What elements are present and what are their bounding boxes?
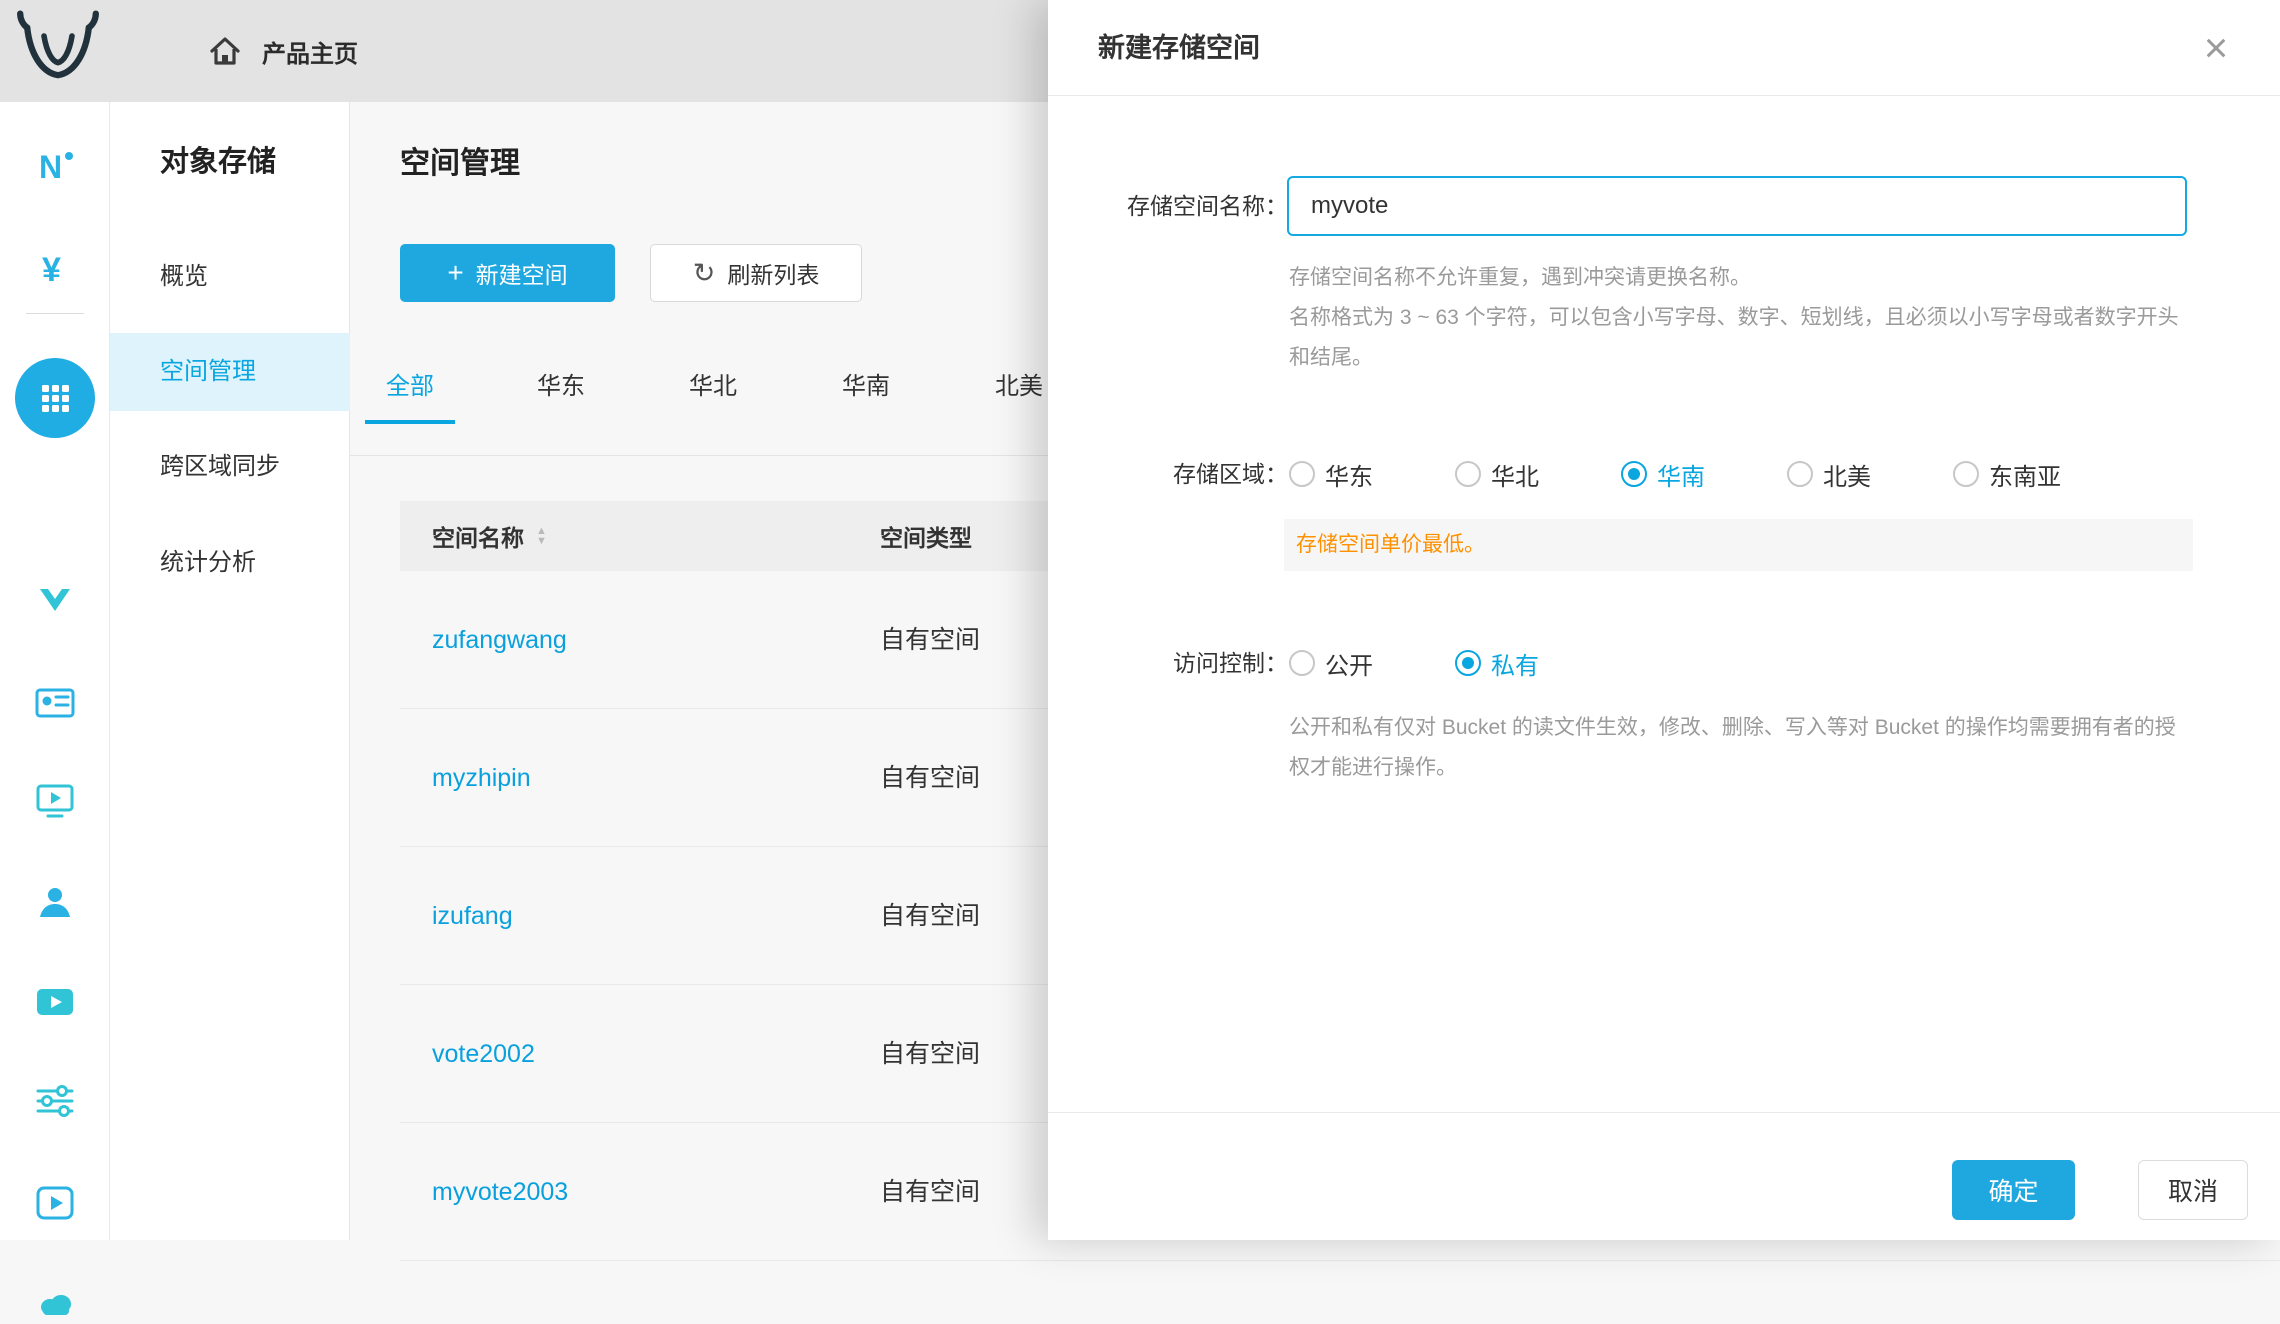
fusion-cdn-icon[interactable]: N <box>33 145 77 189</box>
create-bucket-drawer: 新建存储空间 × 存储空间名称： 存储空间名称不允许重复，遇到冲突请更换名称。 … <box>1048 0 2280 1240</box>
region-option-huadong[interactable]: 华东 <box>1289 457 1373 492</box>
pili-streaming-icon[interactable] <box>33 580 77 624</box>
plus-icon: + <box>447 259 463 287</box>
qiniu-logo[interactable] <box>16 10 100 90</box>
region-price-note: 存储空间单价最低。 <box>1284 519 2193 571</box>
close-icon[interactable]: × <box>2186 18 2246 78</box>
space-name-link[interactable]: myvote2003 <box>432 1123 568 1261</box>
tab-huabei[interactable]: 华北 <box>668 350 758 424</box>
region-option-dongnanya[interactable]: 东南亚 <box>1953 457 2061 492</box>
confirm-button[interactable]: 确定 <box>1952 1160 2075 1220</box>
space-type: 自有空间 <box>880 571 980 709</box>
bucket-name-input[interactable] <box>1287 176 2187 236</box>
player-icon[interactable] <box>33 1181 77 1225</box>
sort-down-icon: ▼ <box>536 536 547 546</box>
access-label: 访问控制： <box>1058 637 1288 689</box>
face-recognition-icon[interactable] <box>33 880 77 924</box>
region-option-huanan[interactable]: 华南 <box>1621 457 1705 492</box>
tab-huanan[interactable]: 华南 <box>821 350 911 424</box>
space-type: 自有空间 <box>880 985 980 1123</box>
sort-icon[interactable]: ▲ ▼ <box>536 526 547 546</box>
drawer-title: 新建存储空间 <box>1098 0 1260 96</box>
svg-text:¥: ¥ <box>42 251 61 289</box>
sidebar-item-overview[interactable]: 概览 <box>110 238 350 316</box>
new-space-button[interactable]: + 新建空间 <box>400 244 615 302</box>
page-title: 空间管理 <box>400 138 520 182</box>
region-option-huabei[interactable]: 华北 <box>1455 457 1539 492</box>
access-option-public[interactable]: 公开 <box>1289 646 1373 681</box>
radio-icon <box>1289 650 1315 676</box>
radio-icon <box>1289 461 1315 487</box>
video-icon[interactable] <box>33 980 77 1024</box>
drawer-header: 新建存储空间 × <box>1048 0 2280 96</box>
space-type: 自有空间 <box>880 1123 980 1261</box>
radio-selected-icon <box>1455 650 1481 676</box>
object-storage-icon[interactable] <box>15 358 95 438</box>
space-name-link[interactable]: zufangwang <box>432 571 567 709</box>
cancel-button[interactable]: 取消 <box>2138 1160 2248 1220</box>
tab-all[interactable]: 全部 <box>365 350 455 424</box>
drawer-footer: 确定 取消 <box>1048 1112 2280 1240</box>
data-processing-icon[interactable] <box>33 1079 77 1123</box>
refresh-label: 刷新列表 <box>727 256 819 290</box>
space-type: 自有空间 <box>880 709 980 847</box>
access-option-private[interactable]: 私有 <box>1455 646 1539 681</box>
sidebar-item-cross-region-sync[interactable]: 跨区域同步 <box>110 428 350 506</box>
rail-divider <box>26 313 84 314</box>
radio-icon <box>1953 461 1979 487</box>
home-link[interactable]: 产品主页 <box>208 0 358 102</box>
bucket-name-label: 存储空间名称： <box>1058 176 1288 236</box>
account-card-icon[interactable] <box>33 681 77 725</box>
region-option-beimei[interactable]: 北美 <box>1787 457 1871 492</box>
refresh-icon: ↻ <box>693 260 716 287</box>
sidebar-item-space-management[interactable]: 空间管理 <box>110 333 350 411</box>
bucket-name-help: 存储空间名称不允许重复，遇到冲突请更换名称。 名称格式为 3 ~ 63 个字符，… <box>1289 258 2194 378</box>
media-tv-icon[interactable] <box>33 779 77 823</box>
finance-icon[interactable]: ¥ <box>33 247 77 291</box>
app-root: 产品主页 N ¥ <box>0 0 2280 1240</box>
region-radio-group: 华东 华北 华南 北美 东南亚 <box>1289 448 2061 500</box>
space-type: 自有空间 <box>880 847 980 985</box>
radio-selected-icon <box>1621 461 1647 487</box>
space-name-link[interactable]: myzhipin <box>432 709 531 847</box>
home-icon <box>208 34 242 68</box>
radio-icon <box>1787 461 1813 487</box>
product-icon-rail: N ¥ <box>0 102 110 1240</box>
home-label: 产品主页 <box>262 34 358 69</box>
new-space-label: 新建空间 <box>476 256 568 290</box>
svg-text:N: N <box>39 149 62 185</box>
tab-huadong[interactable]: 华东 <box>516 350 606 424</box>
column-header-space-name: 空间名称 ▲ ▼ <box>432 501 547 571</box>
sidebar-title: 对象存储 <box>160 138 276 180</box>
access-radio-group: 公开 私有 <box>1289 637 1539 689</box>
cloud-host-icon[interactable] <box>33 1280 77 1324</box>
object-storage-sidebar: 对象存储 概览 空间管理 跨区域同步 统计分析 <box>110 102 350 1240</box>
sidebar-item-statistics[interactable]: 统计分析 <box>110 524 350 602</box>
space-name-link[interactable]: vote2002 <box>432 985 535 1123</box>
radio-icon <box>1455 461 1481 487</box>
space-name-link[interactable]: izufang <box>432 847 513 985</box>
refresh-list-button[interactable]: ↻ 刷新列表 <box>650 244 862 302</box>
access-help: 公开和私有仅对 Bucket 的读文件生效，修改、删除、写入等对 Bucket … <box>1289 708 2194 788</box>
region-label: 存储区域： <box>1058 448 1288 500</box>
